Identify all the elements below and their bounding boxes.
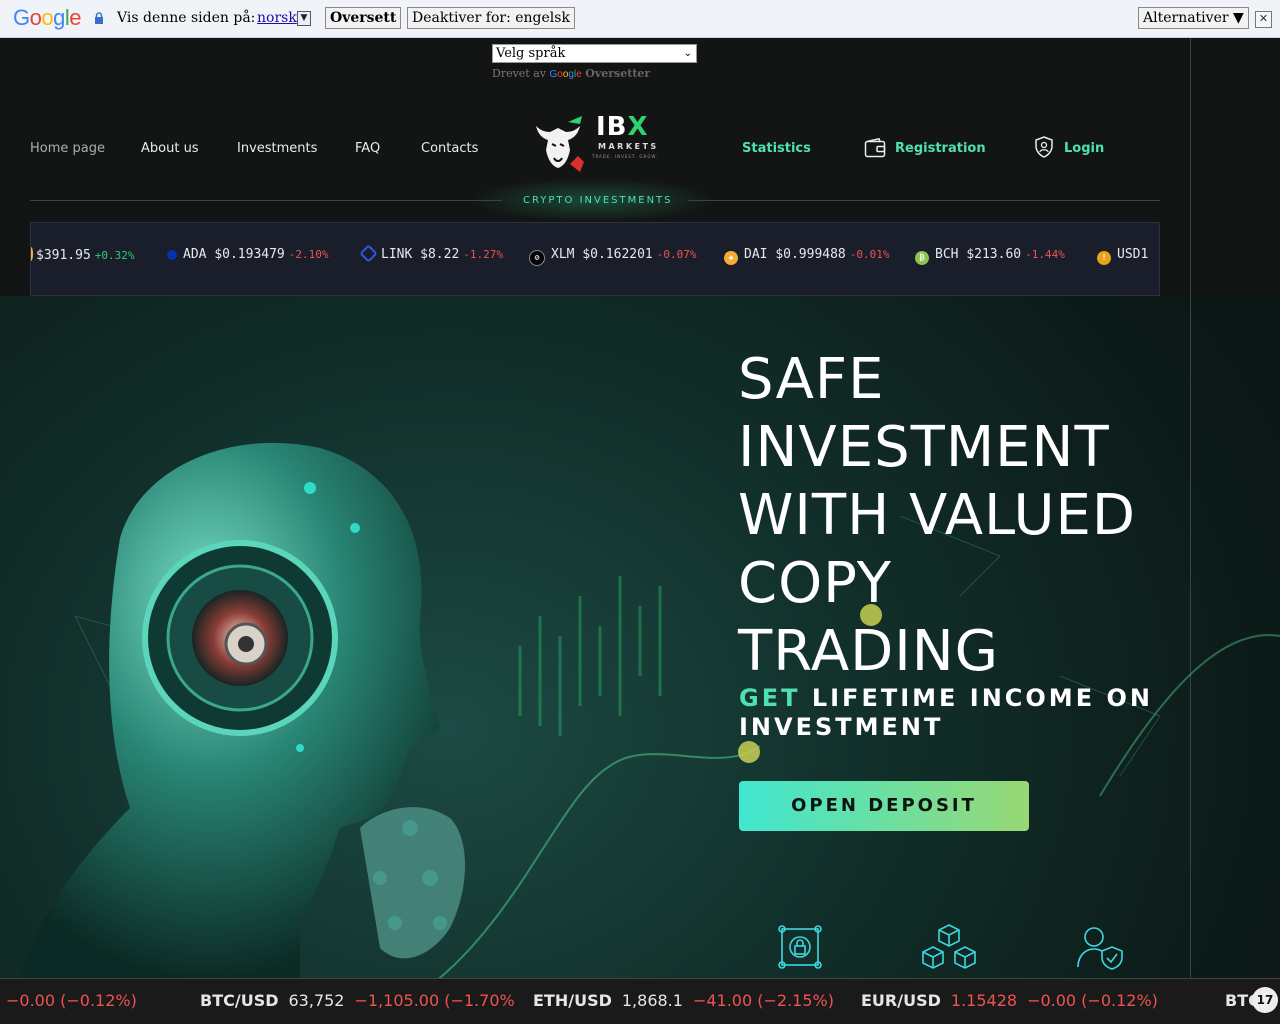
blocks-icon	[922, 924, 976, 969]
disable-translation-button[interactable]: Deaktiver for: engelsk	[407, 7, 575, 29]
hero-title-line: COPY	[738, 551, 892, 616]
nav-statistics[interactable]: Statistics	[742, 141, 811, 156]
ticker-item[interactable]: ◈ DAI $0.999488 -0.01%	[724, 247, 890, 265]
page: Velg språk ⌄ Drevet av Google Oversetter…	[0, 38, 1280, 1024]
ticker-item[interactable]: ! USD1	[1097, 247, 1148, 265]
nav-about[interactable]: About us	[141, 141, 199, 156]
translate-service-link[interactable]: Oversetter	[585, 67, 650, 80]
ticker-item[interactable]: $391.95 +0.32%	[31, 247, 135, 263]
brand-tagline: TRADE. INVEST. GROW.	[592, 154, 659, 159]
xlm-icon: ⊘	[529, 250, 545, 266]
nav-contacts[interactable]: Contacts	[421, 141, 478, 156]
google-small-logo[interactable]: Google	[550, 69, 582, 80]
user-shield-icon	[1077, 927, 1123, 970]
ada-icon	[167, 250, 177, 260]
language-dropdown-icon[interactable]: ▼	[297, 11, 311, 26]
ticker-item[interactable]: ₿ BCH $213.60 -1.44%	[915, 247, 1065, 265]
hero-subtitle-rest: LIFETIME INCOME ON	[811, 684, 1153, 712]
crypto-ticker: $391.95 +0.32% ADA $0.193479 -2.10% LINK $…	[30, 222, 1160, 296]
ticker-tape-item[interactable]: ETH/USD 1,868.1 −41.00 (−2.15%)	[533, 991, 834, 1010]
bch-icon: ₿	[915, 251, 929, 265]
dai-icon: ◈	[724, 251, 738, 265]
nav-investments[interactable]: Investments	[237, 141, 317, 156]
translate-button[interactable]: Oversett	[325, 7, 402, 29]
powered-by: Drevet av Google Oversetter	[492, 67, 650, 80]
brand-logo[interactable]: IBX MARKETS TRADE. INVEST. GROW.	[530, 112, 660, 176]
decorative-dot	[860, 604, 882, 626]
translate-prompt: Vis denne siden på:	[117, 10, 256, 26]
nav-home[interactable]: Home page	[30, 141, 105, 156]
usd1-icon: !	[1097, 251, 1111, 265]
ticker-tape-item[interactable]: −0.00 (−0.12%)	[6, 991, 137, 1010]
secure-network-icon	[778, 925, 822, 969]
hero-subtitle-accent: GET	[739, 684, 801, 712]
google-logo: Google	[13, 5, 82, 30]
hero-subtitle-line2: INVESTMENT	[739, 713, 944, 741]
hero-title: SAFE INVESTMENT WITH VALUED COPY TRADING	[738, 346, 1136, 686]
ticker-tape-item[interactable]: EUR/USD 1.15428 −0.00 (−0.12%)	[861, 991, 1158, 1010]
market-ticker-tape: −0.00 (−0.12%) BTC/USD 63,752 −1,105.00 (−…	[0, 978, 1280, 1024]
options-button[interactable]: Alternativer ▼	[1138, 7, 1249, 29]
wallet-icon	[864, 138, 886, 158]
divider-left	[30, 200, 502, 201]
chevron-down-icon: ⌄	[683, 48, 692, 59]
close-icon[interactable]: ✕	[1255, 11, 1272, 28]
nav-faq[interactable]: FAQ	[355, 141, 380, 156]
hero-title-line: WITH VALUED	[738, 483, 1136, 548]
ticker-item[interactable]: ⊘ XLM $0.162201 -0.07%	[529, 247, 697, 266]
tradingview-badge[interactable]: 17	[1252, 987, 1278, 1013]
ticker-item[interactable]: LINK $8.22 -1.27%	[359, 244, 503, 263]
hero-title-line: TRADING	[738, 619, 1000, 684]
nav-registration[interactable]: Registration	[895, 141, 986, 156]
powered-by-label: Drevet av	[492, 67, 547, 80]
brand-subtitle: MARKETS	[598, 142, 659, 151]
section-label: CRYPTO INVESTMENTS	[523, 195, 673, 206]
translate-bar: Google Vis denne siden på: norsk ▼ Overs…	[0, 0, 1280, 38]
target-language-link[interactable]: norsk	[257, 10, 297, 26]
hero-title-line: INVESTMENT	[738, 415, 1110, 480]
robot-illustration	[20, 442, 465, 978]
open-deposit-button[interactable]: OPEN DEPOSIT	[739, 781, 1029, 831]
lock-icon	[95, 12, 103, 24]
nav-login[interactable]: Login	[1064, 141, 1104, 156]
bnb-icon	[31, 247, 33, 261]
hero-subtitle: GET LIFETIME INCOME ON INVESTMENT	[739, 684, 1153, 742]
brand-name: IBX	[596, 112, 649, 142]
ticker-tape-item[interactable]: BTC/USD 63,752 −1,105.00 (−1.70%	[200, 991, 515, 1010]
language-select-label: Velg språk	[496, 46, 566, 61]
shield-user-icon	[1035, 136, 1053, 158]
hero-title-line: SAFE	[738, 347, 885, 412]
link-icon	[359, 244, 378, 263]
ticker-item[interactable]: ADA $0.193479 -2.10%	[167, 247, 329, 262]
decorative-dot	[738, 741, 760, 763]
language-select[interactable]: Velg språk ⌄	[492, 44, 697, 63]
bull-icon	[536, 116, 584, 172]
divider-right	[688, 200, 1160, 201]
